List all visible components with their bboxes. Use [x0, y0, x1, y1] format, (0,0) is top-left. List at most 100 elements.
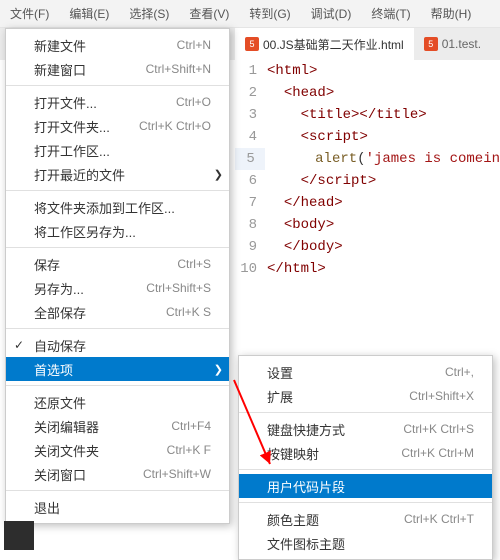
menu-item[interactable]: 首选项❯: [6, 357, 229, 381]
menubar-item[interactable]: 编辑(E): [59, 1, 119, 26]
menu-item[interactable]: 将文件夹添加到工作区...: [6, 195, 229, 219]
menubar: 文件(F)编辑(E)选择(S)查看(V)转到(G)调试(D)终端(T)帮助(H): [0, 0, 500, 28]
code-line[interactable]: 4 <script>: [235, 126, 500, 148]
menu-item-label: 首选项: [34, 360, 73, 379]
menu-item[interactable]: 打开文件... Ctrl+O: [6, 90, 229, 114]
menu-item[interactable]: 还原文件: [6, 390, 229, 414]
code-line[interactable]: 5 alert('james is comein: [235, 148, 500, 170]
menu-item[interactable]: 全部保存Ctrl+K S: [6, 300, 229, 324]
menu-item[interactable]: 退出: [6, 495, 229, 519]
code-content: <title></title>: [267, 104, 427, 126]
menu-item-label: 新建窗口: [34, 60, 86, 79]
menu-item-label: 打开最近的文件: [34, 165, 125, 184]
menubar-item[interactable]: 终端(T): [361, 1, 420, 26]
menubar-item[interactable]: 帮助(H): [421, 1, 482, 26]
menu-item[interactable]: 键盘快捷方式Ctrl+K Ctrl+S: [239, 417, 492, 441]
menubar-item[interactable]: 选择(S): [119, 1, 179, 26]
code-line[interactable]: 10</html>: [235, 258, 500, 280]
menu-item-shortcut: Ctrl+K Ctrl+M: [401, 446, 474, 460]
line-number: 10: [235, 258, 267, 280]
code-content: <html>: [267, 60, 317, 82]
menu-item-label: 关闭窗口: [34, 465, 86, 484]
menu-item[interactable]: ✓ 自动保存: [6, 333, 229, 357]
menu-item-label: 自动保存: [34, 336, 86, 355]
menu-item[interactable]: 关闭编辑器 Ctrl+F4: [6, 414, 229, 438]
menu-item-shortcut: Ctrl+Shift+X: [409, 389, 474, 403]
menu-item-label: 关闭编辑器: [34, 417, 99, 436]
tab-label: 01.test.: [442, 37, 481, 51]
menu-item-shortcut: Ctrl+F4: [171, 419, 211, 433]
menu-item-label: 打开文件夹...: [34, 117, 110, 136]
menu-item-label: 颜色主题: [267, 510, 319, 529]
code-content: </head>: [267, 192, 343, 214]
menu-item-shortcut: Ctrl+O: [176, 95, 211, 109]
line-number: 4: [235, 126, 267, 148]
code-line[interactable]: 6 </script>: [235, 170, 500, 192]
menu-item-shortcut: Ctrl+K Ctrl+T: [404, 512, 474, 526]
code-line[interactable]: 2 <head>: [235, 82, 500, 104]
line-number: 7: [235, 192, 267, 214]
menu-item[interactable]: 关闭文件夹Ctrl+K F: [6, 438, 229, 462]
menu-item[interactable]: 打开最近的文件 ❯: [6, 162, 229, 186]
menu-separator: [6, 490, 229, 491]
code-line[interactable]: 3 <title></title>: [235, 104, 500, 126]
editor-tab[interactable]: 501.test.: [414, 28, 491, 60]
preferences-submenu: 设置Ctrl+,扩展Ctrl+Shift+X键盘快捷方式Ctrl+K Ctrl+…: [238, 355, 493, 560]
menu-item-label: 按键映射: [267, 444, 319, 463]
menu-item-shortcut: Ctrl+Shift+S: [146, 281, 211, 295]
menu-separator: [6, 385, 229, 386]
menu-item[interactable]: 按键映射 Ctrl+K Ctrl+M: [239, 441, 492, 465]
code-line[interactable]: 8 <body>: [235, 214, 500, 236]
menu-item[interactable]: 打开文件夹... Ctrl+K Ctrl+O: [6, 114, 229, 138]
menu-item[interactable]: 新建窗口 Ctrl+Shift+N: [6, 57, 229, 81]
menu-item-label: 打开文件...: [34, 93, 97, 112]
menu-separator: [6, 190, 229, 191]
menu-item[interactable]: 打开工作区...: [6, 138, 229, 162]
menu-item-label: 打开工作区...: [34, 141, 110, 160]
menubar-item[interactable]: 调试(D): [301, 1, 362, 26]
editor-tab[interactable]: 500.JS基础第二天作业.html: [235, 28, 414, 60]
activity-bar-fragment: [4, 521, 34, 550]
code-line[interactable]: 9 </body>: [235, 236, 500, 258]
menubar-item[interactable]: 转到(G): [239, 1, 300, 26]
menu-item-label: 全部保存: [34, 303, 86, 322]
menu-separator: [6, 85, 229, 86]
menu-item[interactable]: 新建文件 Ctrl+N: [6, 33, 229, 57]
menu-item-label: 用户代码片段: [267, 477, 345, 496]
code-line[interactable]: 7 </head>: [235, 192, 500, 214]
menu-item-shortcut: Ctrl+N: [177, 38, 211, 52]
menu-item-label: 扩展: [267, 387, 293, 406]
line-number: 2: [235, 82, 267, 104]
menu-item-label: 将文件夹添加到工作区...: [34, 198, 175, 217]
menu-item[interactable]: 文件图标主题: [239, 531, 492, 555]
code-line[interactable]: 1<html>: [235, 60, 500, 82]
line-number: 3: [235, 104, 267, 126]
menu-item-label: 新建文件: [34, 36, 86, 55]
menu-item[interactable]: 设置 Ctrl+,: [239, 360, 492, 384]
check-icon: ✓: [14, 338, 24, 352]
code-content: </script>: [267, 170, 376, 192]
menu-item-shortcut: Ctrl+,: [445, 365, 474, 379]
menu-item-shortcut: Ctrl+Shift+N: [146, 62, 211, 76]
line-number: 6: [235, 170, 267, 192]
menubar-item[interactable]: 查看(V): [179, 1, 239, 26]
code-content: <head>: [267, 82, 334, 104]
menu-item-label: 还原文件: [34, 393, 86, 412]
menu-item[interactable]: 颜色主题 Ctrl+K Ctrl+T: [239, 507, 492, 531]
menu-item[interactable]: 将工作区另存为...: [6, 219, 229, 243]
menu-item-label: 键盘快捷方式: [267, 420, 345, 439]
code-content: <body>: [267, 214, 334, 236]
menu-item-shortcut: Ctrl+K F: [167, 443, 211, 457]
menubar-item[interactable]: 文件(F): [0, 1, 59, 26]
code-content: </html>: [267, 258, 326, 280]
menu-item-shortcut: Ctrl+S: [177, 257, 211, 271]
menu-item[interactable]: 保存Ctrl+S: [6, 252, 229, 276]
menu-item[interactable]: 另存为...Ctrl+Shift+S: [6, 276, 229, 300]
menu-item[interactable]: 扩展 Ctrl+Shift+X: [239, 384, 492, 408]
menu-item[interactable]: 用户代码片段: [239, 474, 492, 498]
menu-item[interactable]: 关闭窗口Ctrl+Shift+W: [6, 462, 229, 486]
chevron-right-icon: ❯: [214, 168, 223, 181]
menu-item-label: 设置: [267, 363, 293, 382]
file-menu: 新建文件Ctrl+N新建窗口Ctrl+Shift+N打开文件...Ctrl+O打…: [5, 28, 230, 524]
menu-item-shortcut: Ctrl+K Ctrl+O: [139, 119, 211, 133]
